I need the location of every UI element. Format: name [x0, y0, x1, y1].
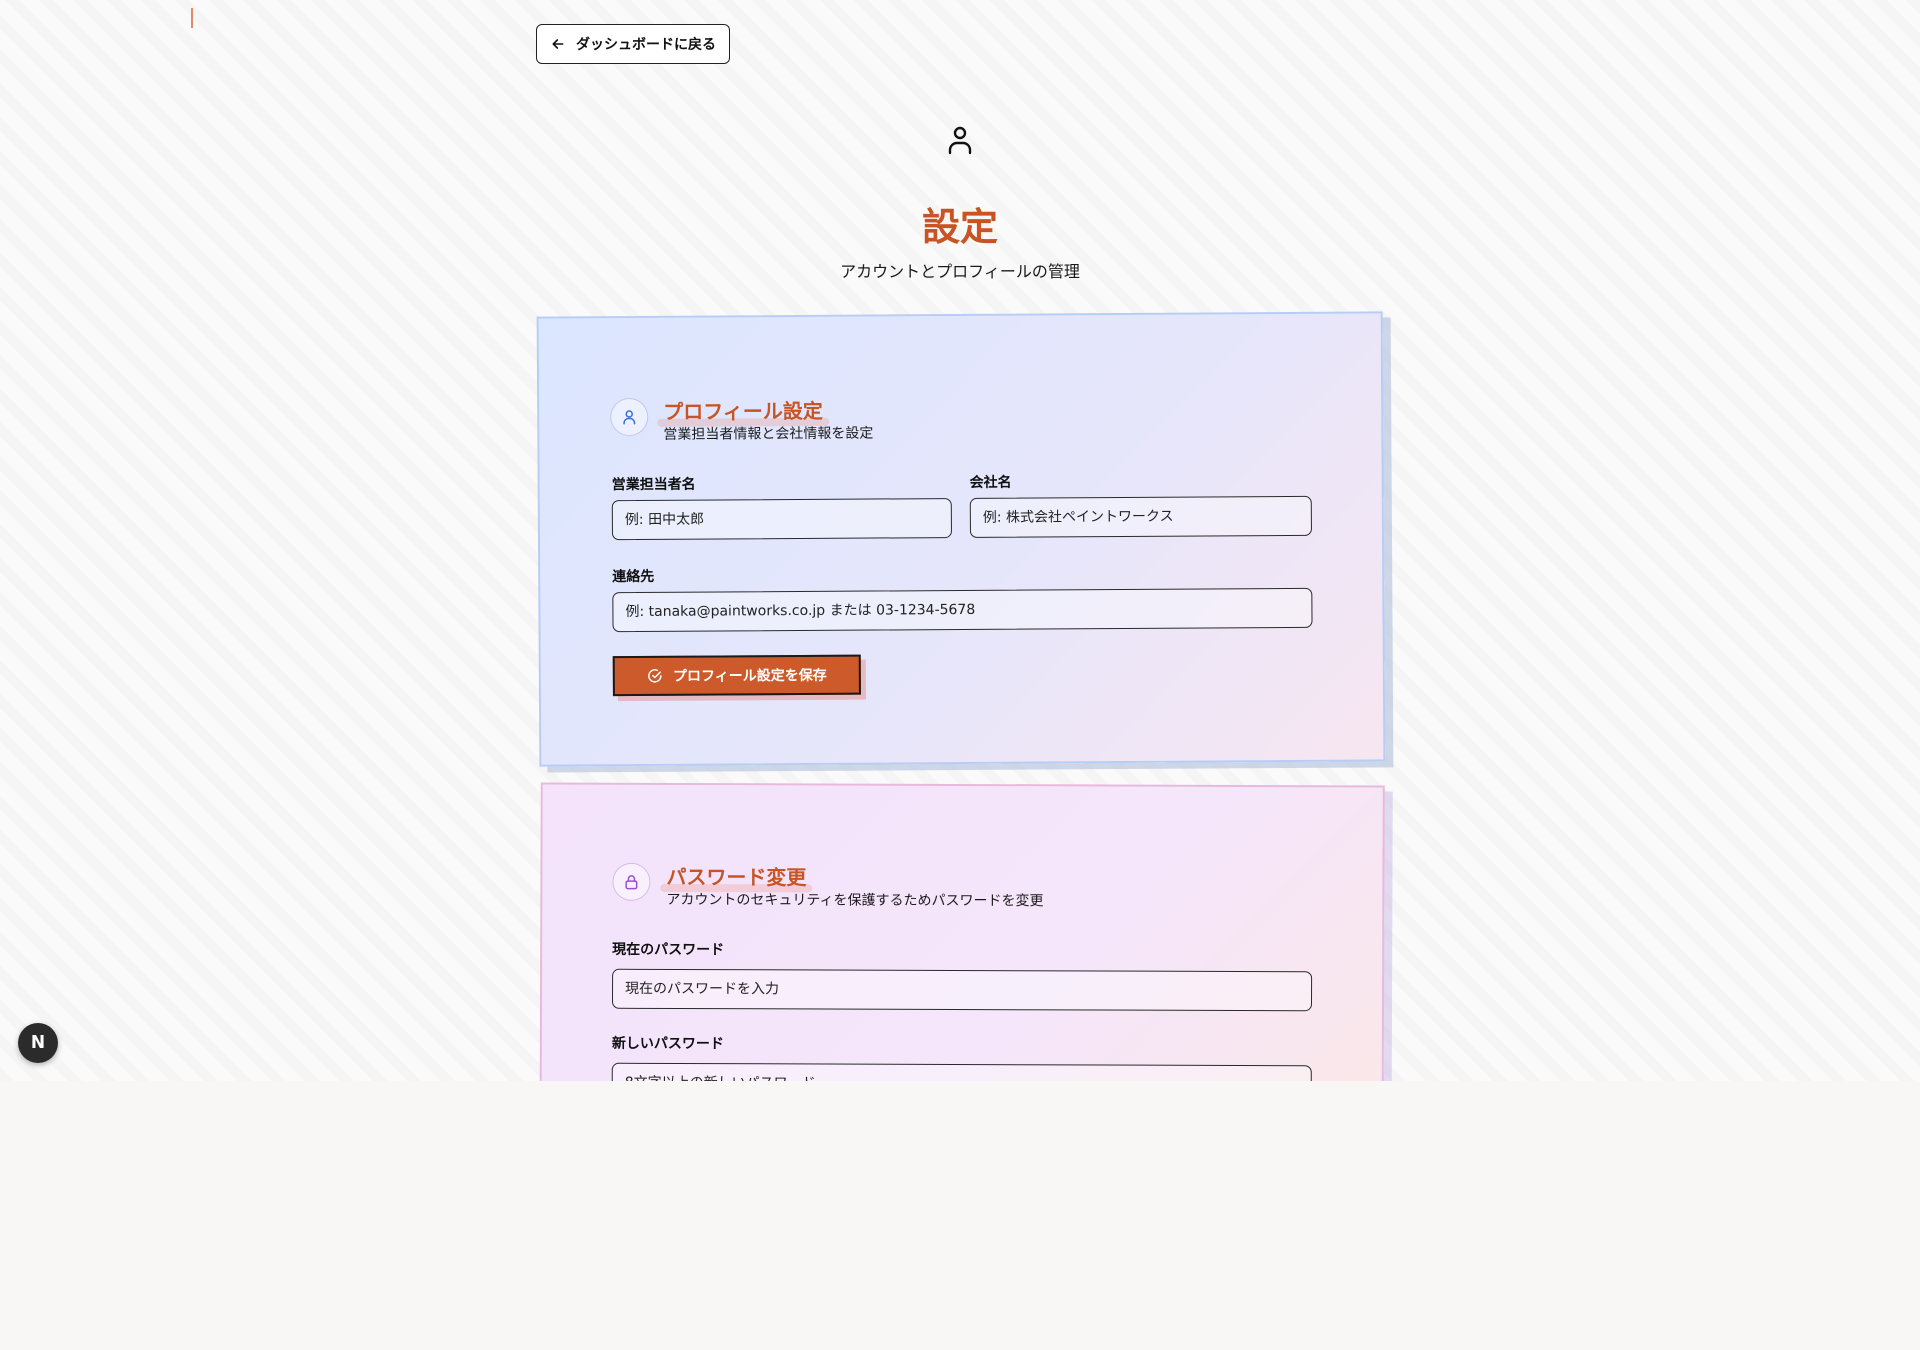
contact-input[interactable] [612, 587, 1313, 633]
password-section-description: アカウントのセキュリティを保護するためパスワードを変更 [666, 891, 1044, 910]
nextjs-icon[interactable]: N [18, 1023, 58, 1063]
current-password-input[interactable] [611, 968, 1313, 1012]
profile-section-title: プロフィール設定 [663, 395, 823, 425]
user-icon [610, 397, 649, 437]
back-button-label: ダッシュボードに戻る [576, 37, 716, 53]
cursor-mark [191, 8, 193, 28]
company-input[interactable] [969, 495, 1312, 538]
sales-rep-input[interactable] [611, 498, 952, 541]
profile-section-description: 営業担当者情報と会社情報を設定 [663, 425, 874, 443]
current-password-label: 現在のパスワード [612, 941, 725, 959]
password-section-title: パスワード変更 [666, 861, 806, 890]
back-to-dashboard-button[interactable]: ダッシュボードに戻る [536, 24, 730, 64]
user-icon [948, 126, 972, 155]
contact-label: 連絡先 [612, 568, 655, 586]
check-circle-icon [648, 669, 662, 683]
page-viewport: ダッシュボードに戻る 設定 アカウントとプロフィールの管理 プロフィール設定 営… [0, 0, 1920, 1081]
new-password-input[interactable] [611, 1062, 1312, 1081]
page-title: 設定 [0, 196, 1920, 251]
company-label: 会社名 [969, 474, 1012, 491]
save-profile-label: プロフィール設定を保存 [672, 667, 827, 685]
blank-area [0, 1081, 1920, 1350]
arrow-left-icon [552, 39, 564, 49]
new-password-label: 新しいパスワード [611, 1035, 724, 1053]
profile-settings-card: プロフィール設定 営業担当者情報と会社情報を設定 営業担当者名 会社名 連絡先 … [536, 311, 1386, 767]
nextjs-badge-letter: N [30, 1032, 46, 1054]
sales-rep-label: 営業担当者名 [611, 476, 696, 494]
save-profile-button[interactable]: プロフィール設定を保存 [612, 654, 861, 697]
page-subtitle: アカウントとプロフィールの管理 [840, 262, 1080, 281]
lock-icon [612, 862, 651, 901]
password-change-card: パスワード変更 アカウントのセキュリティを保護するためパスワードを変更 現在のパ… [539, 782, 1385, 1081]
